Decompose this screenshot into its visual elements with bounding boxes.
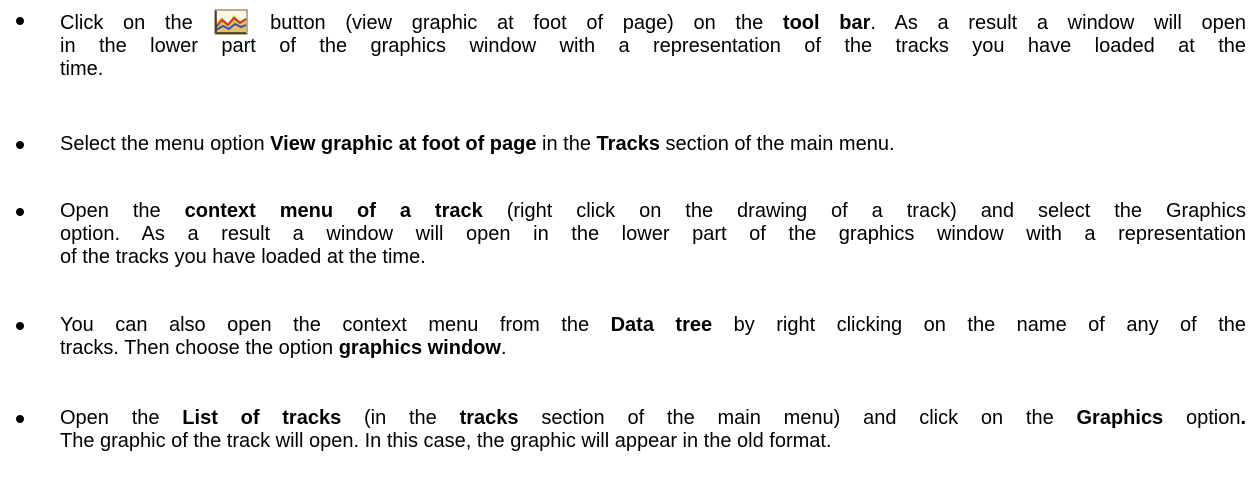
list-item-text: You can also open the context menu from … xyxy=(60,314,1246,360)
text-line: tracks. Then choose the option graphics … xyxy=(60,337,507,359)
bullet-icon xyxy=(14,314,26,337)
bullet-icon xyxy=(14,200,26,223)
list-item-text: Open the context menu of a track (right … xyxy=(60,200,1246,269)
list-item-text: Select the menu option View graphic at f… xyxy=(60,133,1246,156)
text-line: option. As a result a window will open i… xyxy=(60,223,1246,245)
text-line: Open the List of tracks (in the tracks s… xyxy=(60,407,1247,429)
text-line: time. xyxy=(60,58,104,80)
text-line: The graphic of the track will open. In t… xyxy=(60,430,832,452)
text-line: in the lower part of the graphics window… xyxy=(60,35,1246,57)
bullet-icon xyxy=(14,407,26,430)
text-line: You can also open the context menu from … xyxy=(60,314,1247,336)
list-item-text: Click on the button (view graphic at foo… xyxy=(60,9,1246,81)
document-page: Click on the button (view graphic at foo… xyxy=(0,0,1255,488)
text-line: Select the menu option View graphic at f… xyxy=(60,133,895,155)
text-line: Open the context menu of a track (right … xyxy=(60,200,1246,222)
text-line: of the tracks you have loaded at the tim… xyxy=(60,246,426,268)
list-item-text: Open the List of tracks (in the tracks s… xyxy=(60,407,1246,453)
bullet-icon xyxy=(14,133,26,156)
bullet-icon xyxy=(14,9,26,32)
view-graphic-icon xyxy=(214,9,248,35)
text-line: Click on the button (view graphic at foo… xyxy=(60,9,1246,35)
